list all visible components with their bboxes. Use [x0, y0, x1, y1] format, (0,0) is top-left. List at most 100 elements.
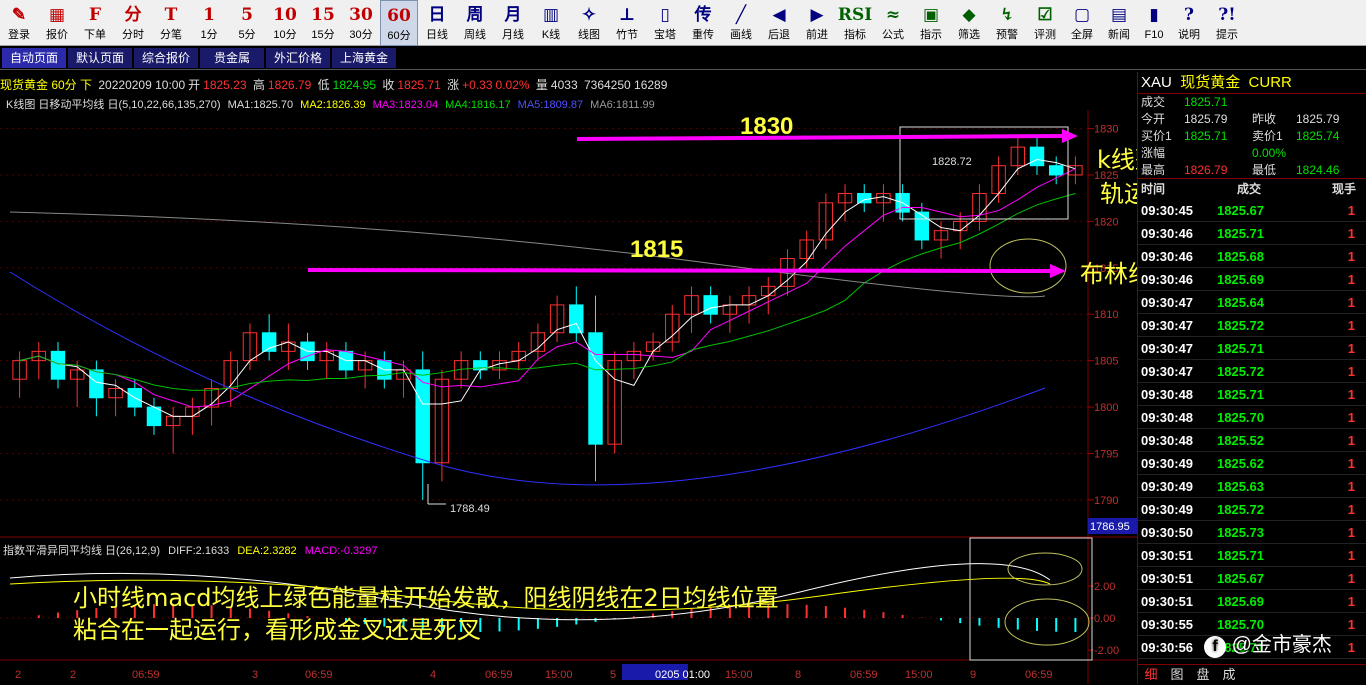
- toolbar-forward-button[interactable]: ▶ 前进: [798, 0, 836, 46]
- tab-0[interactable]: 自动页面: [2, 48, 66, 68]
- tab-2[interactable]: 综合报价: [134, 48, 198, 68]
- trade-row: 09:30:51 1825.71 1: [1138, 544, 1366, 567]
- macd-annotation-box: [969, 537, 1093, 661]
- trade-cell-p: 1825.64: [1217, 295, 1264, 310]
- toolbar-fullscreen-button[interactable]: ▢ 全屏: [1064, 0, 1100, 46]
- toolbar-help-desc-button[interactable]: ? 说明: [1170, 0, 1208, 46]
- toolbar-login-button[interactable]: ✎ 登录: [0, 0, 38, 46]
- toolbar-tick-button[interactable]: T 分笔: [152, 0, 190, 46]
- chart-area[interactable]: 现货黄金 60分 下 20220209 10:00 开 1825.23 高 1826.…: [0, 72, 1137, 684]
- 1min-icon: 1: [203, 5, 215, 25]
- trade-cell-v: 1: [1347, 295, 1355, 310]
- toolbar-tips-button[interactable]: ?! 提示: [1208, 0, 1246, 46]
- watermark-text: @金市豪杰: [1231, 634, 1332, 656]
- trade-cell-t: 09:30:51: [1141, 548, 1194, 563]
- toolbar-news-button[interactable]: ▤ 新闻: [1100, 0, 1138, 46]
- back-label: 后退: [768, 29, 790, 41]
- toolbar-f10-button[interactable]: ▮ F10: [1138, 0, 1170, 46]
- toolbar-tower-button[interactable]: ▯ 宝塔: [646, 0, 684, 46]
- trade-list[interactable]: 09:30:45 1825.67 1 09:30:46 1825.71 1 09:30:46…: [1138, 199, 1366, 659]
- trade-cell-t: 09:30:48: [1141, 433, 1194, 448]
- col-deal: 成交: [1237, 182, 1262, 196]
- side-rise-label: 涨幅: [1141, 146, 1166, 160]
- trade-row: 09:30:46 1825.69 1: [1138, 268, 1366, 291]
- trade-cell-t: 09:30:46: [1141, 272, 1194, 287]
- macd-ellipse-1: [1007, 552, 1083, 586]
- toolbar-draw-button[interactable]: ╱ 画线: [722, 0, 760, 46]
- indicator-icon: RSI: [837, 5, 873, 25]
- toolbar-filter-button[interactable]: ◆ 筛选: [950, 0, 988, 46]
- trade-row: 09:30:46 1825.71 1: [1138, 222, 1366, 245]
- macd-value: MACD:-0.3297: [304, 545, 378, 557]
- trade-cell-p: 1825.68: [1217, 249, 1264, 264]
- toolbar-monthly-button[interactable]: 月月线: [494, 0, 532, 46]
- trade-cell-p: 1825.71: [1217, 226, 1264, 241]
- tab-4[interactable]: 外汇价格: [266, 48, 330, 68]
- toolbar-back-button[interactable]: ◀ 后退: [760, 0, 798, 46]
- side-tab-0[interactable]: 细: [1138, 665, 1164, 684]
- note-bollinger-diverge: 布林线向上发散运行: [1080, 260, 1137, 288]
- tab-5[interactable]: 上海黄金: [332, 48, 396, 68]
- note-kline-above-band: k线整体在布林线上: [1097, 146, 1137, 174]
- toolbar-order-button[interactable]: F 下单: [76, 0, 114, 46]
- toolbar-kline-button[interactable]: ▥ K线: [532, 0, 570, 46]
- candle-body: [50, 350, 66, 380]
- tab-3[interactable]: 贵金属: [200, 48, 264, 68]
- toolbar-formula-button[interactable]: ≈ 公式: [874, 0, 912, 46]
- side-tab-1[interactable]: 图: [1164, 665, 1190, 684]
- trade-cell-p: 1825.69: [1217, 594, 1264, 609]
- side-bottom-tabs: 细图盘成: [1138, 664, 1366, 684]
- toolbar-weekly-button[interactable]: 周周线: [456, 0, 494, 46]
- toolbar-linechart-button[interactable]: ✧ 线图: [570, 0, 608, 46]
- toolbar-evaluate-button[interactable]: ☑ 评测: [1026, 0, 1064, 46]
- note-macd-1: 小时线macd均线上绿色能量柱开始发散，阳线阴线在2日均线位置: [73, 584, 779, 612]
- toolbar-5min-button[interactable]: 5 5分: [228, 0, 266, 46]
- toolbar-bamboo-button[interactable]: ⊥ 竹节: [608, 0, 646, 46]
- trade-cell-v: 1: [1347, 318, 1355, 333]
- toolbar-timeshare-button[interactable]: 分分时: [114, 0, 152, 46]
- price-tick-label: 1805: [1094, 356, 1118, 368]
- trade-cell-p: 1825.72: [1217, 364, 1264, 379]
- side-low: 1824.46: [1296, 163, 1340, 177]
- trade-cell-t: 09:30:47: [1141, 341, 1194, 356]
- tips-label: 提示: [1216, 29, 1238, 41]
- news-label: 新闻: [1108, 29, 1130, 41]
- toolbar-30min-button[interactable]: 30 30分: [342, 0, 380, 46]
- tower-label: 宝塔: [654, 29, 676, 41]
- news-icon: ▤: [1110, 5, 1128, 25]
- side-rise-row: 涨幅 0.00%: [1138, 145, 1366, 162]
- formula-label: 公式: [882, 29, 904, 41]
- filter-label: 筛选: [958, 29, 980, 41]
- price-tick-label: 1790: [1094, 495, 1118, 507]
- toolbar-alert-button[interactable]: ↯ 预警: [988, 0, 1026, 46]
- ma-line-gray: [9, 211, 1046, 298]
- toolbar-indicator-button[interactable]: RSI 指标: [836, 0, 874, 46]
- trade-cell-t: 09:30:48: [1141, 387, 1194, 402]
- toolbar-1min-button[interactable]: 1 1分: [190, 0, 228, 46]
- fullscreen-icon: ▢: [1073, 5, 1091, 25]
- toolbar-hint-button[interactable]: ▣ 指示: [912, 0, 950, 46]
- toolbar-10min-button[interactable]: 10 10分: [266, 0, 304, 46]
- trade-cell-v: 1: [1347, 640, 1355, 655]
- quote-label: 报价: [46, 29, 68, 41]
- toolbar-resend-button[interactable]: 传重传: [684, 0, 722, 46]
- macd-legend: 指数平滑异同平均线 日(26,12,9) DIFF:2.1633 DEA:2.3…: [3, 542, 383, 558]
- trade-row: 09:30:48 1825.52 1: [1138, 429, 1366, 452]
- trade-cell-v: 1: [1347, 571, 1355, 586]
- tab-1[interactable]: 默认页面: [68, 48, 132, 68]
- toolbar-quote-button[interactable]: ▦ 报价: [38, 0, 76, 46]
- side-buy-label: 买价1: [1141, 129, 1172, 143]
- linechart-icon: ✧: [581, 5, 597, 25]
- trade-row: 09:30:47 1825.72 1: [1138, 360, 1366, 383]
- quote-icon: ▦: [48, 5, 66, 25]
- toolbar-15min-button[interactable]: 15 15分: [304, 0, 342, 46]
- toolbar-60min-button[interactable]: 60 60分: [380, 0, 418, 46]
- side-tab-3[interactable]: 成: [1216, 665, 1242, 684]
- kline-plot[interactable]: 1830182518201815181018051800179517901786…: [0, 72, 1137, 684]
- 60min-icon: 60: [387, 6, 411, 26]
- toolbar-daily-button[interactable]: 日日线: [418, 0, 456, 46]
- resend-label: 重传: [692, 29, 714, 41]
- side-tab-2[interactable]: 盘: [1190, 665, 1216, 684]
- tower-icon: ▯: [660, 5, 670, 25]
- weekly-label: 周线: [464, 29, 486, 41]
